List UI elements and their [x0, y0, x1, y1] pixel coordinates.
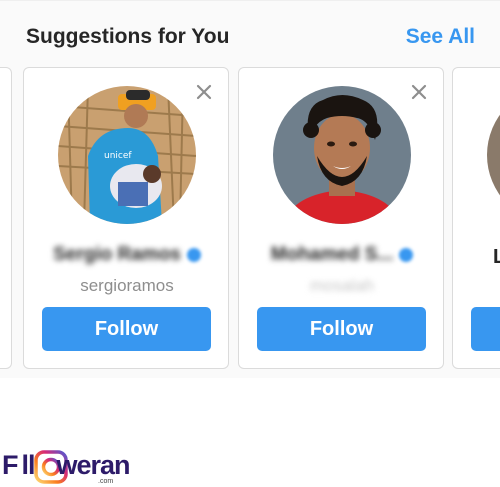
follow-button-partial[interactable] — [471, 307, 500, 351]
suggestions-header: Suggestions for You See All — [0, 1, 500, 67]
logo-part-b: ll — [21, 450, 36, 480]
see-all-link[interactable]: See All — [406, 25, 475, 49]
name-row: Mohamed S... — [239, 244, 445, 268]
suggestion-card: Mohamed S... mosalah Follow — [238, 67, 444, 369]
display-name-partial[interactable]: L — [493, 246, 500, 269]
name-row: Sergio Ramos — [24, 244, 230, 268]
logo-suffix: .com — [98, 478, 114, 485]
close-icon[interactable] — [409, 82, 429, 102]
verified-badge-icon — [399, 248, 414, 262]
followeran-logo: Fll weran .com — [0, 446, 140, 486]
follow-button[interactable]: Follow — [42, 307, 211, 351]
username[interactable]: sergioramos — [24, 276, 230, 296]
suggestions-panel: Suggestions for You See All unicef Sergi… — [0, 0, 500, 378]
suggestion-card-partial-right: L — [452, 67, 500, 369]
follow-button[interactable]: Follow — [257, 307, 426, 351]
suggestion-card-partial-left — [0, 67, 12, 369]
display-name[interactable]: Sergio Ramos — [53, 244, 181, 266]
avatar[interactable]: unicef — [58, 86, 196, 224]
display-name[interactable]: Mohamed S... — [271, 244, 393, 266]
avatar[interactable] — [487, 86, 500, 224]
logo-part-c: weran — [56, 450, 131, 480]
avatar[interactable] — [273, 86, 411, 224]
close-icon[interactable] — [194, 82, 214, 102]
suggestions-carousel[interactable]: unicef Sergio Ramos sergioramos Follow M… — [0, 67, 500, 370]
logo-part-a: F — [2, 450, 18, 480]
svg-text:unicef: unicef — [104, 151, 132, 161]
username[interactable]: mosalah — [239, 276, 445, 296]
logo-wordmark: Fll weran — [2, 450, 131, 481]
verified-badge-icon — [186, 248, 201, 262]
suggestions-title: Suggestions for You — [26, 25, 230, 48]
suggestion-card: unicef Sergio Ramos sergioramos Follow — [23, 67, 229, 369]
